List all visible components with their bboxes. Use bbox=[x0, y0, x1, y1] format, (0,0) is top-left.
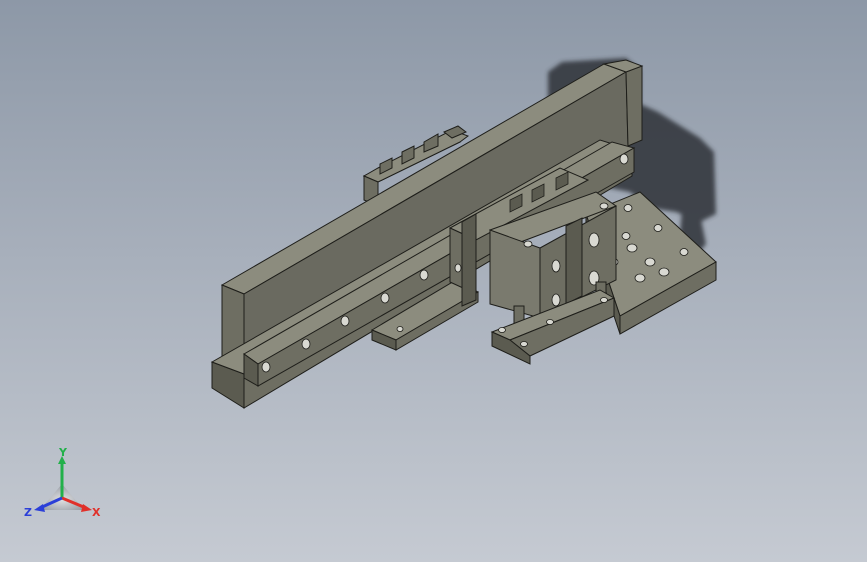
bolt-hole bbox=[380, 292, 390, 304]
bolt-hole bbox=[340, 315, 350, 327]
port-hole bbox=[523, 240, 533, 248]
bolt-hole bbox=[634, 273, 646, 283]
bolt-hole bbox=[301, 338, 311, 350]
port-hole bbox=[599, 202, 609, 210]
cad-model-scene[interactable] bbox=[0, 0, 867, 562]
bolt-hole bbox=[621, 232, 631, 240]
port-hole bbox=[551, 259, 561, 273]
bolt-hole bbox=[520, 341, 528, 347]
bolt-hole bbox=[623, 204, 633, 212]
bolt-hole bbox=[644, 257, 656, 267]
z-axis-label: Z bbox=[24, 506, 32, 519]
y-axis-label: Y bbox=[58, 446, 68, 459]
bolt-hole bbox=[261, 361, 271, 373]
rail-right-end-cap bbox=[625, 65, 643, 147]
x-axis-label: X bbox=[92, 506, 101, 519]
bolt-hole bbox=[396, 326, 404, 332]
bolt-hole bbox=[626, 243, 638, 253]
bolt-hole bbox=[619, 153, 629, 165]
cylinder-groove bbox=[565, 217, 583, 305]
bolt-hole bbox=[679, 248, 689, 256]
bolt-hole bbox=[419, 269, 429, 281]
port-hole bbox=[588, 232, 600, 248]
bolt-hole bbox=[653, 224, 663, 232]
orientation-triad[interactable]: Y X Z bbox=[22, 446, 112, 526]
3d-viewport[interactable]: Y X Z bbox=[0, 0, 867, 562]
bolt-hole bbox=[498, 327, 506, 333]
bolt-hole bbox=[454, 263, 462, 273]
bolt-hole bbox=[658, 267, 670, 277]
cylinder-front-left bbox=[489, 229, 541, 319]
port-hole bbox=[551, 293, 561, 307]
bolt-hole bbox=[600, 297, 608, 303]
bolt-hole bbox=[546, 319, 554, 325]
